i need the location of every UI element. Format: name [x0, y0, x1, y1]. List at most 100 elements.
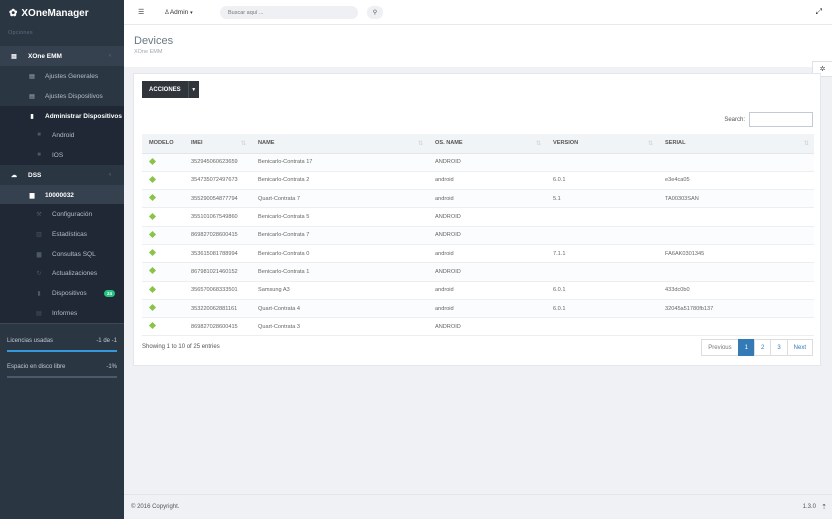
android-icon — [148, 285, 157, 293]
table-cell: Quart-Contrata 4 — [251, 299, 428, 319]
sort-icon: ⇅ — [647, 141, 653, 147]
actions-button[interactable]: ACCIONES — [142, 81, 188, 98]
column-header-imei[interactable]: IMEI ⇅ — [184, 134, 251, 154]
sidebar-item-dispositivos[interactable]: ▮ Dispositivos 24 — [0, 283, 124, 303]
table-cell: Quart-Contrata 3 — [251, 317, 428, 337]
table-row[interactable]: 867981021460152 Benicarlo-Contrata 1 ANDRO… — [142, 262, 814, 282]
sidebar-item-ajustes-dispositivos[interactable]: ▤ Ajustes Dispositivos — [0, 86, 124, 106]
gear-icon: ✿ — [9, 7, 18, 19]
android-icon — [148, 194, 157, 202]
column-header-serial[interactable]: SERIAL ⇅ — [658, 134, 814, 154]
table-cell: Benicarlo-Contrata 0 — [251, 244, 428, 264]
sidebar-item-ajustes-generales[interactable]: ▤ Ajustes Generales — [0, 66, 124, 86]
wrench-icon: ⚒ — [36, 211, 42, 218]
android-icon — [148, 322, 157, 330]
sidebar-item-consultas-sql[interactable]: ▆ Consultas SQL — [0, 244, 124, 264]
menu-toggle-icon[interactable]: ☰ — [138, 8, 144, 16]
disk-progress-bar — [7, 376, 117, 378]
table-cell: FA6AK0301345 — [658, 244, 814, 264]
server-icon: ▤ — [11, 53, 17, 60]
search-input[interactable] — [220, 6, 350, 19]
sort-icon: ⇅ — [417, 141, 423, 147]
actions-dropdown[interactable]: ACCIONES ▼ — [142, 81, 199, 98]
device-model-cell — [142, 299, 184, 319]
list-icon: ▤ — [29, 93, 35, 100]
table-cell: ANDROID — [428, 153, 546, 172]
list-icon: ▤ — [29, 73, 35, 80]
column-header-name[interactable]: NAME ⇅ — [251, 134, 428, 154]
sidebar-item-configuracion[interactable]: ⚒ Configuración — [0, 204, 124, 224]
refresh-icon: ↻ — [36, 270, 42, 277]
device-model-cell — [142, 153, 184, 172]
android-icon: ■ — [37, 132, 41, 138]
table-cell: android — [428, 189, 546, 209]
table-cell: Benicarlo-Contrata 2 — [251, 171, 428, 191]
disk-space: Espacio en disco libre -1% — [7, 364, 117, 378]
caret-down-icon[interactable]: ▼ — [187, 81, 199, 98]
table-cell: android — [428, 171, 546, 191]
brand[interactable]: ✿ XOneManager — [0, 0, 124, 26]
scroll-top-icon[interactable]: ⇡ — [821, 503, 827, 511]
sidebar-item-ios[interactable]: ■ IOS — [0, 145, 124, 165]
table-cell: Benicarlo-Contrata 7 — [251, 226, 428, 245]
tablet-icon: ▮ — [37, 290, 41, 297]
version: 1.3.0 — [802, 504, 816, 510]
fullscreen-icon[interactable]: ⤢ — [816, 7, 822, 17]
page-subtitle: XOne EMM — [134, 49, 163, 55]
table-cell: 352945060623659 — [184, 153, 251, 172]
table-search-input[interactable] — [749, 112, 813, 127]
mobile-icon: ▮ — [30, 113, 34, 120]
table-cell — [658, 207, 814, 227]
chevron-left-icon: ‹ — [109, 53, 111, 59]
device-model-cell — [142, 171, 184, 191]
sort-icon: ⇅ — [535, 141, 541, 147]
table-row[interactable]: 869827028600415 Benicarlo-Contrata 7 ANDRO… — [142, 226, 814, 245]
table-cell: 353220062881161 — [184, 299, 251, 319]
pagination-previous[interactable]: Previous — [701, 339, 739, 356]
table-cell: ANDROID — [428, 226, 546, 245]
table-cell: 7.1.1 — [546, 244, 658, 264]
sidebar-item-administrar-dispositivos[interactable]: ▮ Administrar Dispositivos — [0, 106, 124, 126]
table-row[interactable]: 353615081788994 Benicarlo-Contrata 0 andro… — [142, 244, 814, 264]
license-progress-bar — [7, 350, 117, 352]
count-badge: 24 — [104, 289, 116, 297]
sidebar-item-xone-emm[interactable]: ▤ XOne EMM ‹ — [0, 46, 124, 66]
table-row[interactable]: 869827028600415 Quart-Contrata 3 ANDROID — [142, 317, 814, 337]
table-cell: 354735072497673 — [184, 171, 251, 191]
table-cell: 355290054877794 — [184, 189, 251, 209]
table-row[interactable]: 355290054877794 Quart-Contrata 7 android 5.… — [142, 189, 814, 209]
table-row[interactable]: 355101067549860 Benicarlo-Contrata 5 ANDRO… — [142, 207, 814, 227]
table-row[interactable]: 356570068333501 Samsung A3 android 6.0.1 433… — [142, 281, 814, 300]
table-cell: 867981021460152 — [184, 262, 251, 282]
database-icon: ▆ — [29, 192, 35, 199]
table-cell: Benicarlo-Contrata 5 — [251, 207, 428, 227]
sidebar: ✿ XOneManager Opciones ▤ XOne EMM ‹ ▤ Aj… — [0, 0, 124, 519]
table-row[interactable]: 353220062881161 Quart-Contrata 4 android 6.… — [142, 299, 814, 319]
sidebar-item-informes[interactable]: ▤ Informes — [0, 303, 124, 323]
table-cell — [546, 207, 658, 227]
table-row[interactable]: 354735072497673 Benicarlo-Contrata 2 andro… — [142, 171, 814, 191]
search-button[interactable]: ⚲ — [367, 6, 383, 19]
sidebar-item-estadisticas[interactable]: ▥ Estadísticas — [0, 224, 124, 244]
device-model-cell — [142, 244, 184, 264]
column-header-version[interactable]: VERSION ⇅ — [546, 134, 658, 154]
table-cell — [658, 262, 814, 282]
document-icon: ▤ — [36, 310, 42, 317]
user-menu[interactable]: ♙Admin ▾ — [164, 8, 193, 16]
sidebar-item-10000032[interactable]: ▆ 10000032 — [0, 185, 124, 205]
table-row[interactable]: 352945060623659 Benicarlo-Contrata 17 ANDR… — [142, 153, 814, 172]
search-box — [220, 6, 358, 19]
column-header-os-name[interactable]: OS. NAME ⇅ — [428, 134, 546, 154]
pagination-page-1[interactable]: 1 — [737, 339, 755, 356]
pagination-page-2[interactable]: 2 — [753, 339, 772, 356]
sidebar-item-actualizaciones[interactable]: ↻ Actualizaciones — [0, 263, 124, 283]
sidebar-item-dss[interactable]: ☁ DSS ‹ — [0, 165, 124, 185]
android-icon — [148, 267, 157, 275]
apple-icon: ■ — [37, 152, 41, 158]
sidebar-item-android[interactable]: ■ Android — [0, 125, 124, 145]
caret-down-icon: ▾ — [190, 10, 193, 16]
pagination-next[interactable]: Next — [786, 339, 813, 356]
column-header-modelo[interactable]: MODELO — [142, 134, 184, 154]
cloud-icon: ☁ — [11, 172, 17, 179]
pagination-page-3[interactable]: 3 — [770, 339, 788, 356]
